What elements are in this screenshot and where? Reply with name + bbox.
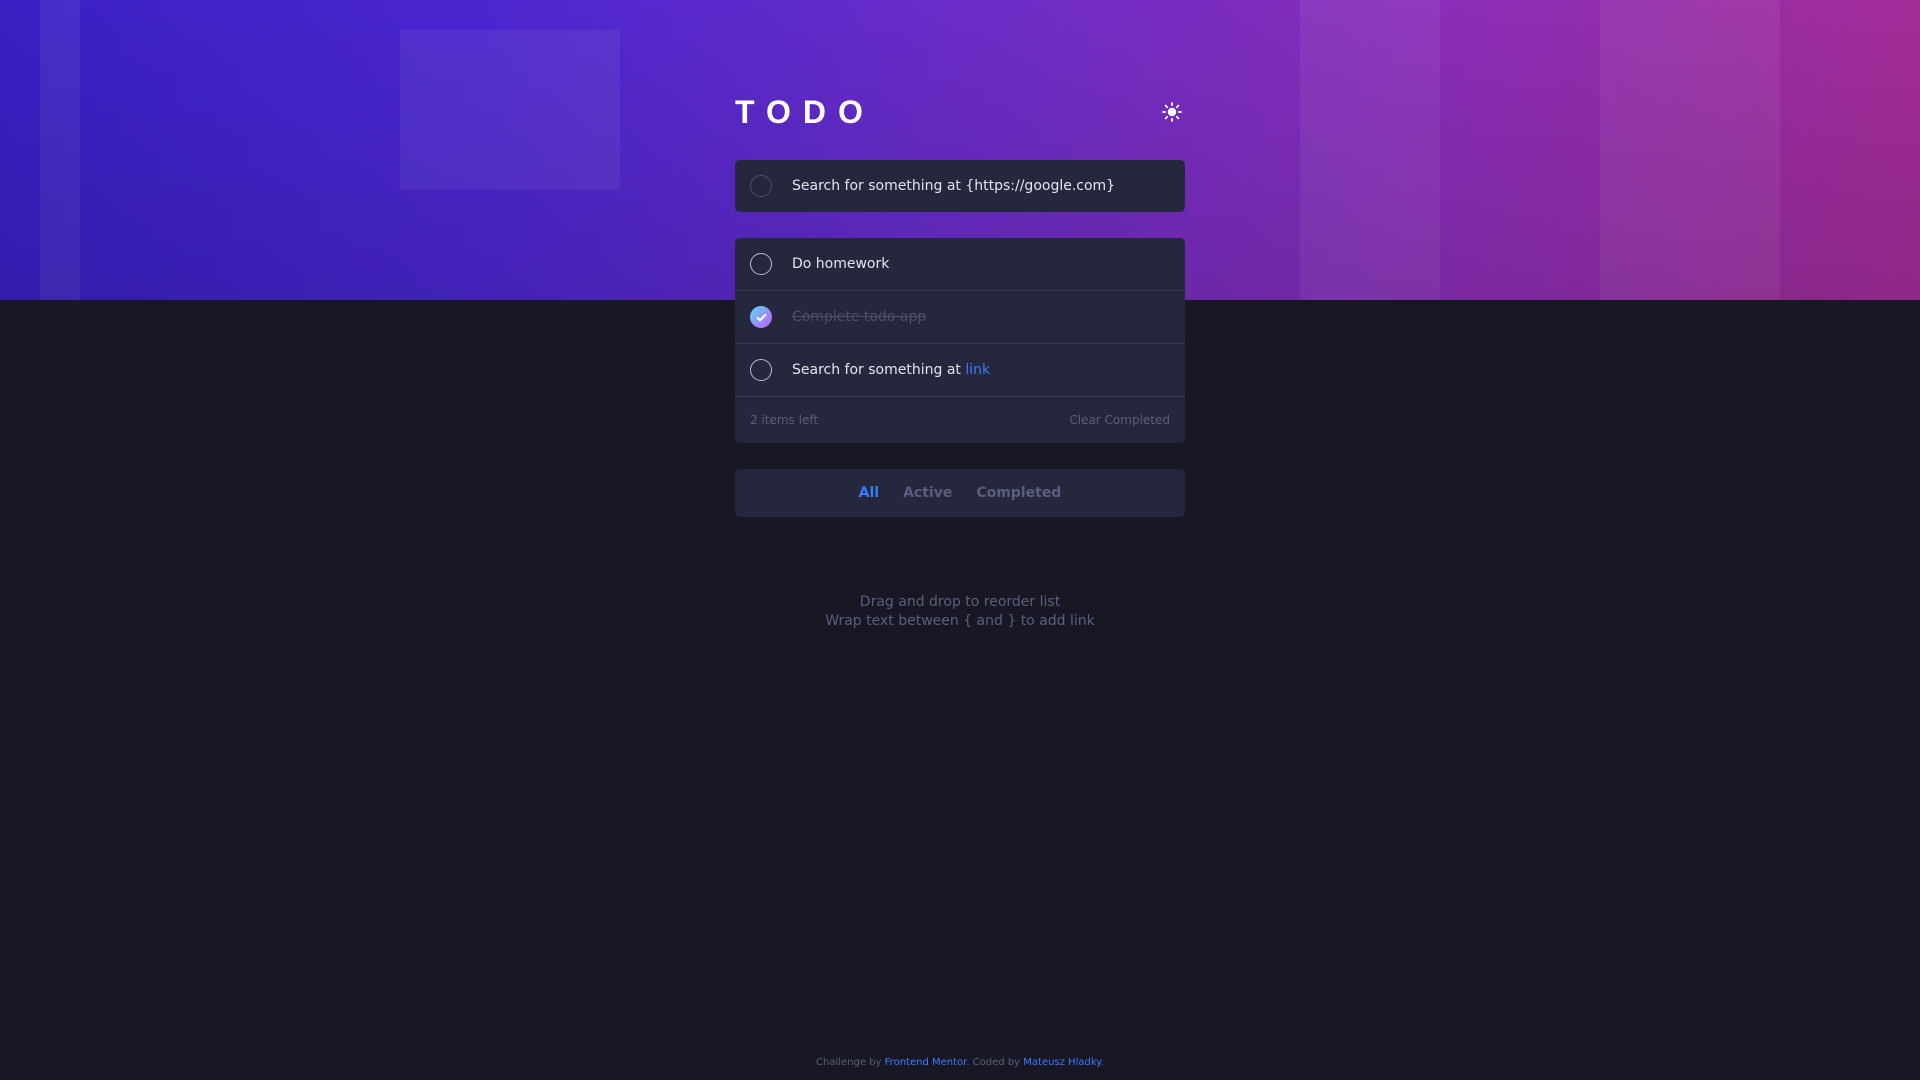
author-link[interactable]: Mateusz Hladky	[1023, 1057, 1101, 1068]
new-todo-row	[735, 160, 1185, 212]
filter-active[interactable]: Active	[903, 485, 952, 501]
frontend-mentor-link[interactable]: Frontend Mentor	[885, 1057, 967, 1068]
todo-item[interactable]: Do homework	[735, 238, 1185, 291]
instructions: Drag and drop to reorder list Wrap text …	[0, 593, 1920, 631]
filter-all[interactable]: All	[859, 485, 879, 501]
todo-app: TODO Do homework	[735, 93, 1185, 517]
app-header: TODO	[735, 93, 1185, 130]
filter-completed[interactable]: Completed	[976, 485, 1061, 501]
filter-bar: All Active Completed	[735, 469, 1185, 517]
todo-text: Do homework	[792, 256, 890, 272]
hint-link: Wrap text between { and } to add link	[825, 613, 1095, 629]
new-todo-input[interactable]	[792, 178, 1170, 194]
clear-completed-button[interactable]: Clear Completed	[1069, 413, 1170, 427]
theme-toggle-button[interactable]	[1159, 99, 1185, 125]
attribution-prefix: Challenge by	[816, 1057, 885, 1068]
sun-icon	[1162, 102, 1182, 122]
hint-drag: Drag and drop to reorder list	[859, 594, 1061, 610]
items-left-count: 2 items left	[750, 413, 819, 427]
todo-link[interactable]: link	[965, 362, 990, 378]
todo-checkbox-checked[interactable]	[750, 306, 772, 328]
attribution: Challenge by Frontend Mentor. Coded by M…	[0, 1057, 1920, 1068]
list-footer: 2 items left Clear Completed	[735, 397, 1185, 443]
todo-item[interactable]: Search for something at link	[735, 344, 1185, 397]
todo-list: Do homework Complete todo app Search for…	[735, 238, 1185, 443]
new-todo-circle[interactable]	[750, 175, 772, 197]
app-title: TODO	[735, 93, 875, 130]
attribution-suffix: .	[1100, 1057, 1104, 1068]
todo-text-prefix: Search for something at	[792, 362, 966, 378]
todo-item[interactable]: Complete todo app	[735, 291, 1185, 344]
todo-text: Complete todo app	[792, 309, 927, 325]
todo-checkbox[interactable]	[750, 253, 772, 275]
check-icon	[755, 313, 767, 322]
todo-checkbox[interactable]	[750, 359, 772, 381]
attribution-middle: . Coded by	[966, 1057, 1024, 1068]
todo-text: Search for something at link	[792, 362, 990, 378]
